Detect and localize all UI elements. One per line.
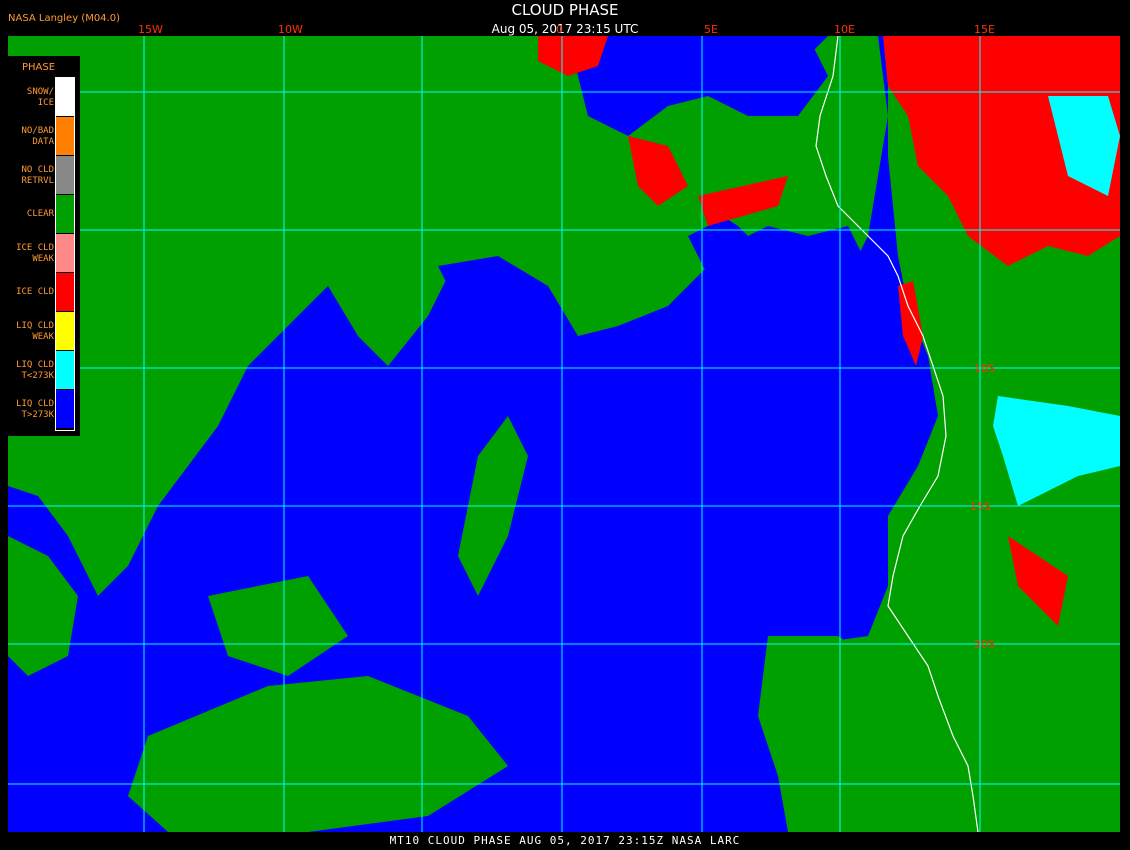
lon-label-5e: 5E [704,23,718,36]
legend-item: LIQ CLD WEAK [0,312,80,351]
lat-label-20s: 20S [974,638,995,651]
legend-swatch [56,273,74,311]
legend-item: NO/BAD DATA [0,117,80,156]
legend-item-label: ICE CLD [16,287,54,297]
legend-item: ICE CLD WEAK [0,234,80,273]
legend-swatch [56,195,74,233]
legend-item-label: LIQ CLD WEAK [16,321,54,342]
lon-label-0: 0 [556,23,563,36]
lon-label-15e: 15E [974,23,995,36]
legend-item-label: CLEAR [26,209,54,219]
legend-swatch [56,156,74,194]
legend-swatch [56,351,74,389]
legend-swatch [56,312,74,350]
legend-item: SNOW/ ICE [0,78,80,117]
lat-label-10s: 10S [974,362,995,375]
legend-title: PHASE [22,62,56,73]
lon-label-10e: 10E [834,23,855,36]
legend-item-label: LIQ CLD T<273K [16,360,54,381]
legend-item-label: NO CLD RETRVL [21,165,54,186]
page-subtitle: Aug 05, 2017 23:15 UTC [491,22,639,36]
phase-legend: PHASE SNOW/ ICE NO/BAD DATA NO CLD RETRVL C… [0,56,80,436]
legend-swatch [56,390,74,428]
legend-item-label: ICE CLD WEAK [16,243,54,264]
legend-item-label: SNOW/ ICE [26,87,54,108]
legend-item: CLEAR [0,195,80,234]
legend-item-label: LIQ CLD T>273K [16,399,54,420]
lon-label-10w: 10W [278,23,303,36]
cloud-phase-map: 15W 10W 0 5E 10E 15E 10S 15S 20S [8,23,1120,832]
legend-item: NO CLD RETRVL [0,156,80,195]
page-title: CLOUD PHASE [511,1,619,19]
legend-swatch [56,117,74,155]
lat-label-15s: 15S [970,500,991,513]
legend-item: LIQ CLD T<273K [0,351,80,390]
legend-item-label: NO/BAD DATA [21,126,54,147]
legend-item: LIQ CLD T>273K [0,390,80,429]
legend-item: ICE CLD [0,273,80,312]
legend-swatch [56,234,74,272]
lon-label-15w: 15W [138,23,163,36]
footer-caption: MT10 CLOUD PHASE AUG 05, 2017 23:15Z NAS… [389,834,741,847]
legend-swatch [56,78,74,116]
map-canvas [8,36,1120,832]
